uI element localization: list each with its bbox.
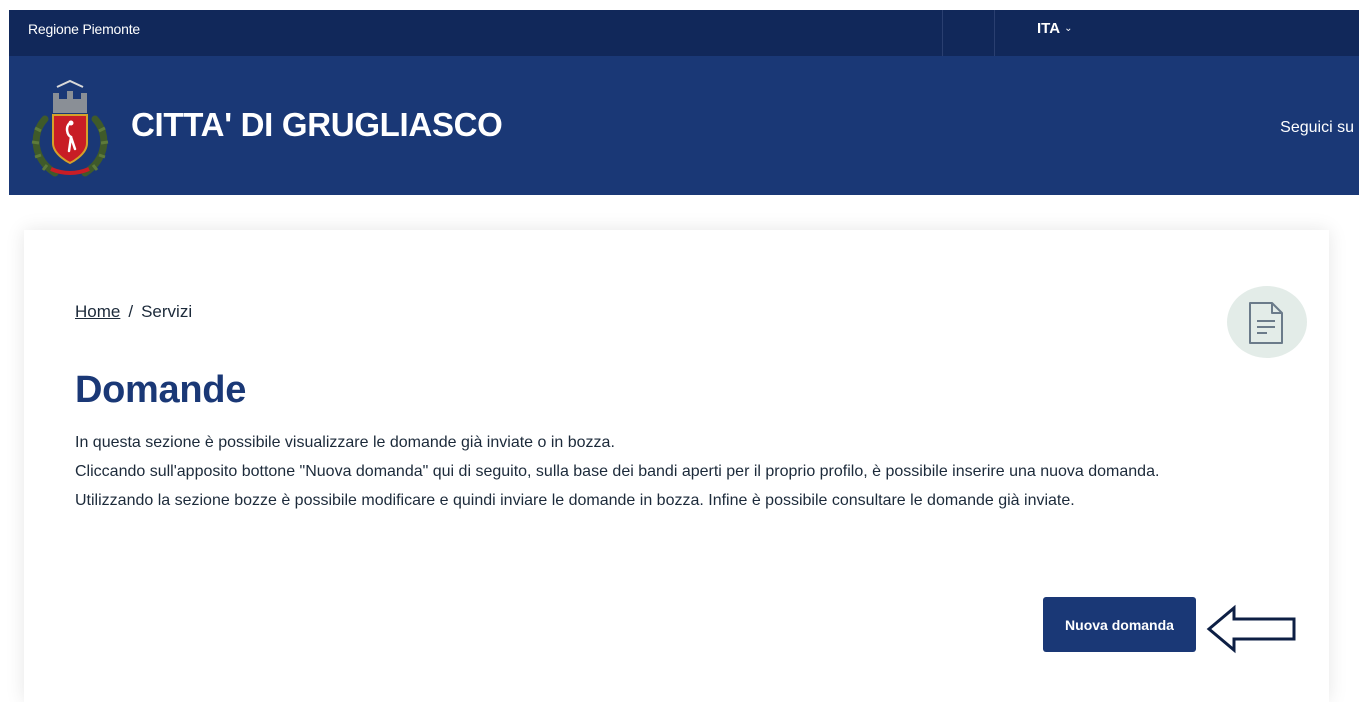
city-name[interactable]: CITTA' DI GRUGLIASCO bbox=[131, 105, 503, 145]
top-bar: Regione Piemonte ITA ⌄ bbox=[9, 10, 1359, 56]
document-icon bbox=[1249, 302, 1283, 344]
top-bar-divider bbox=[942, 10, 943, 56]
service-icon-badge bbox=[1227, 286, 1307, 358]
new-application-button[interactable]: Nuova domanda bbox=[1043, 597, 1196, 652]
chevron-down-icon: ⌄ bbox=[1064, 23, 1073, 34]
breadcrumb-current: Servizi bbox=[141, 302, 193, 321]
region-link[interactable]: Regione Piemonte bbox=[28, 10, 140, 48]
intro-line: Utilizzando la sezione bozze è possibile… bbox=[75, 492, 1075, 509]
site-header: CITTA' DI GRUGLIASCO Seguici su bbox=[9, 56, 1359, 195]
intro-line: Cliccando sull'apposito bottone "Nuova d… bbox=[75, 463, 1160, 480]
content-card: Home / Servizi Domande In questa sezione è… bbox=[24, 230, 1329, 702]
top-bar-divider bbox=[994, 10, 995, 56]
breadcrumb-home-link[interactable]: Home bbox=[75, 302, 120, 321]
language-selector[interactable]: ITA ⌄ bbox=[1037, 10, 1072, 50]
breadcrumb-separator: / bbox=[128, 302, 134, 321]
page-title: Domande bbox=[75, 369, 247, 411]
city-coat-of-arms-icon[interactable] bbox=[23, 79, 117, 179]
language-label: ITA bbox=[1037, 20, 1061, 37]
breadcrumb: Home / Servizi bbox=[75, 302, 192, 322]
intro-text: In questa sezione è possibile visualizza… bbox=[75, 428, 1159, 515]
intro-line: In questa sezione è possibile visualizza… bbox=[75, 434, 615, 451]
arrow-left-icon bbox=[1206, 604, 1296, 654]
follow-us-label: Seguici su bbox=[1280, 119, 1354, 136]
page: Regione Piemonte ITA ⌄ CITTA' DI GRUGLIA… bbox=[0, 0, 1359, 702]
